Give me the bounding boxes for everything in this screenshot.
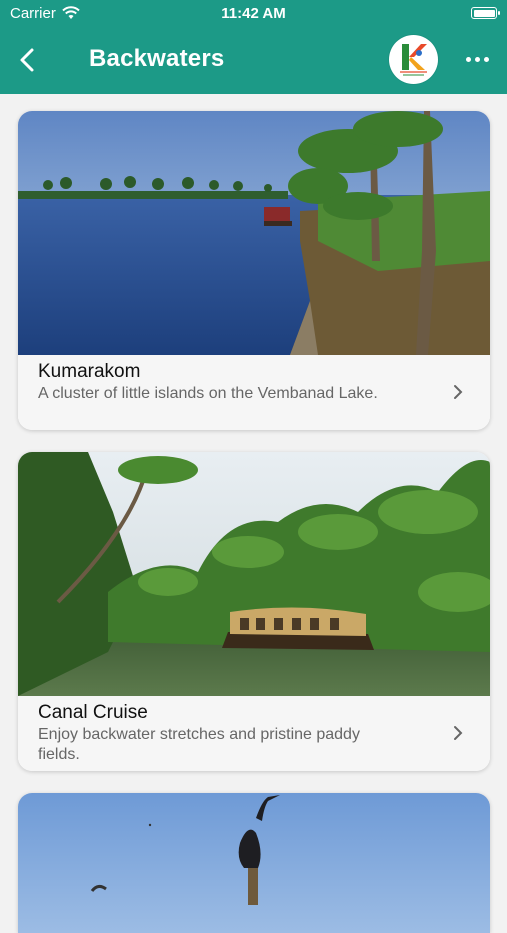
card-body: Kumarakom A cluster of little islands on… bbox=[18, 355, 490, 430]
app-header: Carrier 11:42 AM Backwaters bbox=[0, 0, 507, 94]
card-title: Kumarakom bbox=[38, 361, 141, 382]
card-body: Canal Cruise Enjoy backwater stretches a… bbox=[18, 696, 490, 771]
page-title: Backwaters bbox=[89, 45, 225, 72]
kumarakom-photo bbox=[18, 111, 490, 355]
clock: 11:42 AM bbox=[221, 5, 286, 22]
bird-photo bbox=[18, 793, 490, 933]
chevron-right-icon bbox=[454, 726, 463, 740]
battery-icon bbox=[471, 7, 500, 19]
kerala-logo[interactable] bbox=[389, 35, 438, 84]
canal-cruise-photo bbox=[18, 452, 490, 696]
place-card-canal-cruise[interactable]: Canal Cruise Enjoy backwater stretches a… bbox=[18, 452, 490, 771]
card-title: Canal Cruise bbox=[38, 702, 148, 723]
back-arrow-icon[interactable] bbox=[16, 46, 40, 74]
status-bar: Carrier 11:42 AM bbox=[0, 0, 507, 28]
logo-icon bbox=[400, 44, 427, 76]
place-card-kumarakom[interactable]: Kumarakom A cluster of little islands on… bbox=[18, 111, 490, 430]
card-description: Enjoy backwater stretches and pristine p… bbox=[38, 726, 360, 763]
card-description: A cluster of little islands on the Vemba… bbox=[38, 385, 378, 402]
chevron-right-icon bbox=[454, 385, 463, 399]
place-card-3[interactable] bbox=[18, 793, 490, 933]
more-options-icon[interactable] bbox=[466, 55, 490, 65]
